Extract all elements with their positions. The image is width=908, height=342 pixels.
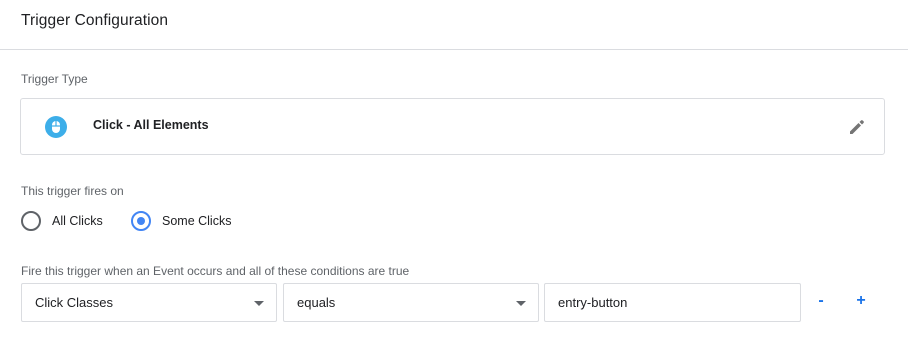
conditions-label: Fire this trigger when an Event occurs a… (21, 264, 410, 278)
fires-on-label: This trigger fires on (21, 184, 124, 198)
dropdown-caret-icon (254, 301, 264, 306)
variable-select[interactable]: Click Classes (21, 283, 277, 322)
panel-title: Trigger Configuration (21, 12, 169, 29)
trigger-type-label: Trigger Type (21, 72, 88, 86)
trigger-type-card[interactable]: Click - All Elements (20, 98, 885, 155)
remove-condition-button[interactable]: - (810, 290, 832, 312)
radio-all-clicks[interactable]: All Clicks (21, 211, 116, 233)
radio-all-clicks-label: All Clicks (52, 214, 103, 228)
panel-header: Trigger Configuration (0, 0, 908, 50)
condition-value-input[interactable]: entry-button (544, 283, 801, 322)
condition-value-text: entry-button (558, 295, 628, 310)
operator-select-value: equals (297, 295, 336, 310)
dropdown-caret-icon (516, 301, 526, 306)
add-condition-button[interactable]: + (850, 290, 872, 312)
mouse-icon (45, 116, 67, 138)
radio-some-clicks[interactable]: Some Clicks (131, 211, 251, 233)
pencil-edit-icon[interactable] (847, 117, 867, 137)
variable-select-value: Click Classes (35, 295, 114, 310)
radio-unchecked-icon (21, 211, 41, 231)
radio-checked-icon (131, 211, 151, 231)
radio-some-clicks-label: Some Clicks (162, 214, 232, 228)
trigger-type-name: Click - All Elements (93, 118, 209, 132)
operator-select[interactable]: equals (283, 283, 539, 322)
